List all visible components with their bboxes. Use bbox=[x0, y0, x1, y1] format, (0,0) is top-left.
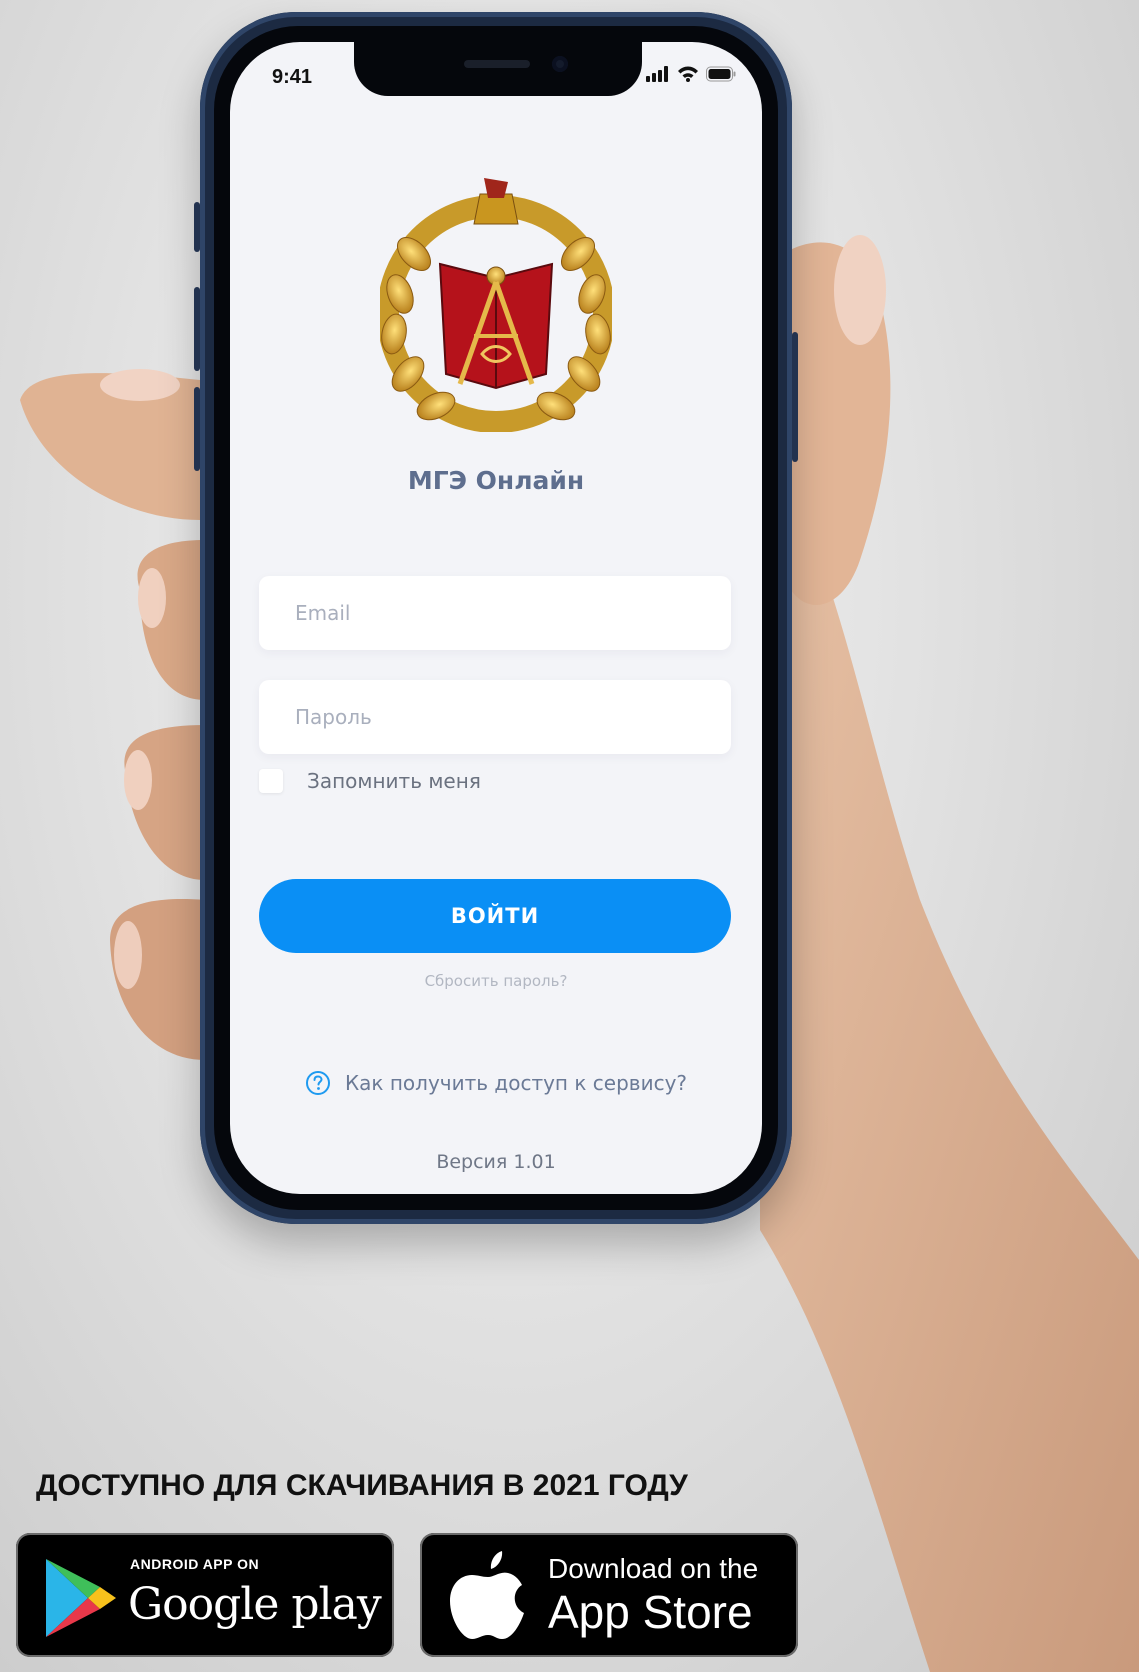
remember-me-label: Запомнить меня bbox=[307, 769, 481, 793]
status-icons bbox=[646, 66, 736, 82]
app-title: МГЭ Онлайн bbox=[407, 466, 585, 495]
wifi-icon bbox=[678, 66, 698, 82]
emblem-logo bbox=[380, 178, 612, 432]
promo-headline: ДОСТУПНО ДЛЯ СКАЧИВАНИЯ В 2021 ГОДУ bbox=[36, 1469, 688, 1502]
remember-me-row[interactable]: Запомнить меня bbox=[259, 769, 481, 793]
help-link-label: Как получить доступ к сервису? bbox=[344, 1071, 688, 1095]
signal-icon bbox=[646, 66, 668, 82]
battery-icon bbox=[706, 66, 736, 82]
google-play-big-text: Google play bbox=[128, 1579, 382, 1630]
app-store-big-text: App Store bbox=[548, 1586, 753, 1638]
phone-volume-up bbox=[194, 287, 200, 371]
notch bbox=[354, 42, 642, 96]
speaker bbox=[464, 60, 530, 68]
phone-volume-down bbox=[194, 387, 200, 471]
front-camera bbox=[552, 56, 568, 72]
status-time: 9:41 bbox=[272, 66, 313, 88]
phone-power-button bbox=[792, 332, 798, 462]
app-store-badge[interactable]: Download on the App Store bbox=[420, 1533, 798, 1657]
app-screen: 9:41 МГЭ Онлайн Email Запомнить меня ВОЙ… bbox=[230, 42, 762, 1194]
phone-side-button bbox=[194, 202, 200, 252]
login-button[interactable]: ВОЙТИ bbox=[259, 879, 731, 953]
help-circle-icon bbox=[305, 1071, 330, 1095]
phone-frame: 9:41 МГЭ Онлайн Email Запомнить меня ВОЙ… bbox=[194, 12, 798, 1224]
help-link[interactable]: Как получить доступ к сервису? bbox=[230, 1070, 762, 1096]
remember-me-checkbox[interactable] bbox=[259, 769, 283, 793]
google-play-icon bbox=[46, 1559, 116, 1637]
reset-password-link[interactable]: Сбросить пароль? bbox=[230, 972, 762, 990]
app-version: Версия 1.01 bbox=[436, 1151, 556, 1173]
google-play-badge[interactable]: ANDROID APP ON Google play bbox=[16, 1533, 394, 1657]
apple-icon bbox=[450, 1551, 524, 1639]
password-field[interactable] bbox=[259, 680, 731, 754]
google-play-small-text: ANDROID APP ON bbox=[130, 1556, 260, 1572]
email-field[interactable] bbox=[259, 576, 731, 650]
app-store-small-text: Download on the bbox=[548, 1553, 759, 1584]
